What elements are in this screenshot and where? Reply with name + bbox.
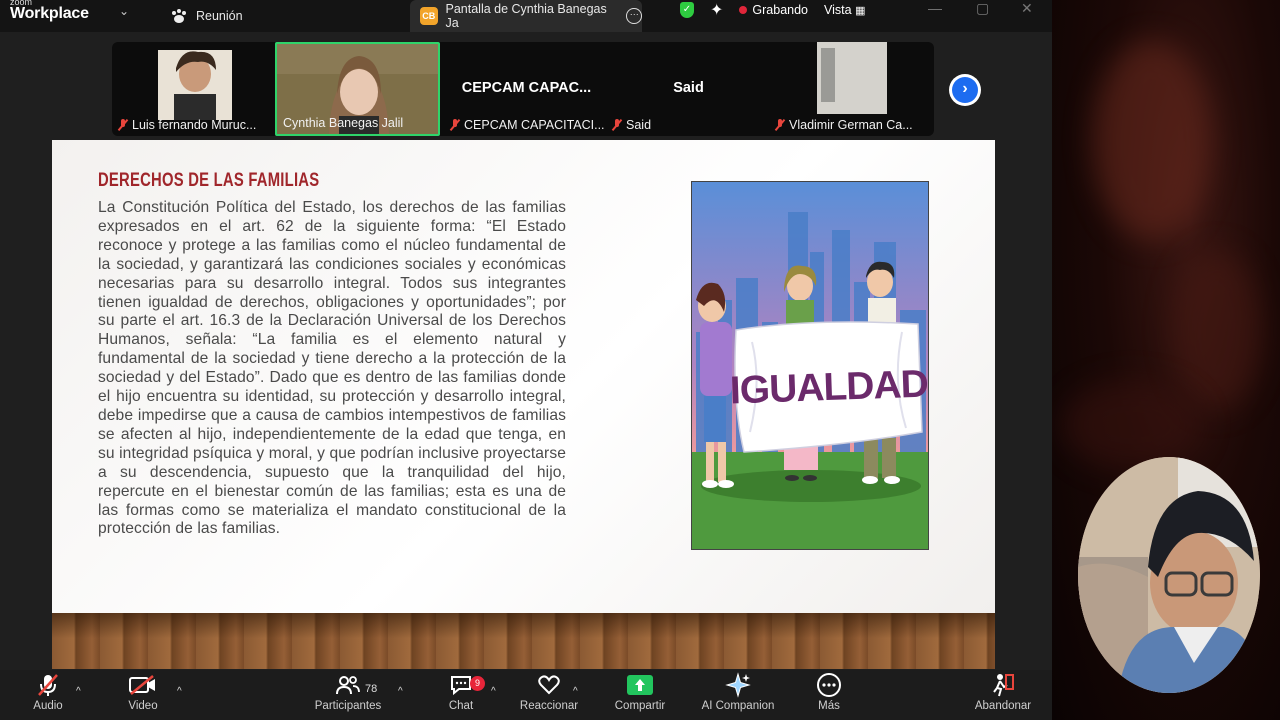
title-bar: zoom Workplace ⌄ Reunión CB Pantalla de …	[0, 0, 1052, 32]
leave-icon	[990, 670, 1016, 700]
self-view-camera[interactable]	[1078, 457, 1260, 693]
banner-text: IGUALDAD	[729, 363, 928, 413]
react-label: Reaccionar	[519, 700, 579, 712]
chat-options-caret-icon[interactable]: ^	[491, 686, 496, 697]
audio-label: Audio	[33, 700, 63, 712]
recording-label: Grabando	[752, 3, 809, 17]
participant-display-name: CEPCAM CAPAC...	[461, 80, 592, 96]
participants-icon	[335, 670, 361, 700]
react-button[interactable]: Reaccionar	[504, 670, 594, 720]
user-initials-badge: CB	[420, 7, 438, 25]
participants-label: Participantes	[314, 700, 382, 712]
paw-icon	[172, 9, 186, 23]
participant-name: Luis fernando Muruc...	[118, 118, 256, 132]
participant-name: CEPCAM CAPACITACI...	[450, 118, 605, 132]
share-label: Compartir	[614, 700, 666, 712]
mic-muted-icon	[775, 119, 785, 131]
more-label: Más	[818, 700, 840, 712]
mic-muted-icon	[35, 670, 61, 700]
participants-count: 78	[365, 683, 378, 695]
participant-tile[interactable]: Said Said	[606, 42, 771, 136]
chat-unread-badge: 9	[470, 676, 485, 691]
grid-icon: ▦	[855, 5, 866, 17]
audio-options-caret-icon[interactable]: ^	[76, 686, 81, 697]
participant-name: Said	[612, 118, 651, 132]
video-button[interactable]: Video	[98, 670, 188, 720]
participant-name: Vladimir German Ca...	[775, 118, 913, 132]
mic-muted-icon	[450, 119, 460, 131]
more-button[interactable]: Más	[784, 670, 874, 720]
participant-tile[interactable]: Vladimir German Ca...	[769, 42, 934, 136]
maximize-icon[interactable]: ▢	[976, 0, 989, 17]
title-bar-status: ✓ ✦ Grabando Vista ▦	[680, 0, 865, 20]
participant-tile[interactable]: Luis fernando Muruc...	[112, 42, 277, 136]
ai-companion-label: AI Companion	[701, 700, 775, 712]
participants-options-caret-icon[interactable]: ^	[398, 686, 403, 697]
shield-check-icon[interactable]: ✓	[680, 2, 694, 18]
video-off-icon	[128, 670, 158, 700]
more-options-icon[interactable]: ···	[626, 8, 643, 24]
share-screen-icon	[627, 670, 653, 700]
heart-icon	[537, 670, 561, 700]
minimize-icon[interactable]: —	[928, 0, 942, 16]
equality-illustration: IGUALDAD	[691, 181, 929, 550]
mic-muted-icon	[118, 119, 128, 131]
video-options-caret-icon[interactable]: ^	[177, 686, 182, 697]
leave-button[interactable]: Abandonar	[958, 670, 1048, 720]
logo-workplace-text: Workplace	[10, 5, 89, 22]
share-screen-button[interactable]: Compartir	[595, 670, 685, 720]
view-label: Vista	[824, 3, 852, 17]
view-button[interactable]: Vista ▦	[824, 3, 865, 17]
zoom-window: zoom Workplace ⌄ Reunión CB Pantalla de …	[0, 0, 1052, 720]
video-label: Video	[128, 700, 158, 712]
tab-meeting-label: Reunión	[196, 9, 243, 23]
more-icon	[816, 670, 842, 700]
participant-tile[interactable]: CEPCAM CAPAC... CEPCAM CAPACITACI...	[444, 42, 609, 136]
slide-title: DERECHOS DE LAS FAMILIAS	[98, 170, 320, 191]
zoom-logo: zoom Workplace	[10, 0, 89, 22]
chevron-down-icon[interactable]: ⌄	[119, 4, 129, 18]
react-options-caret-icon[interactable]: ^	[573, 686, 578, 697]
tab-screen-share[interactable]: CB Pantalla de Cynthia Banegas Ja ···	[410, 0, 643, 32]
participant-tile-active-speaker[interactable]: Cynthia Banegas Jalil	[275, 42, 440, 136]
wood-floor-decoration	[52, 613, 995, 669]
close-icon[interactable]: ✕	[1021, 0, 1033, 17]
screen: zoom Workplace ⌄ Reunión CB Pantalla de …	[0, 0, 1280, 720]
participant-name: Cynthia Banegas Jalil	[283, 116, 404, 130]
sparkle-icon	[725, 670, 751, 700]
sparkle-icon[interactable]: ✦	[710, 0, 723, 20]
chat-label: Chat	[448, 700, 474, 712]
ai-companion-button[interactable]: AI Companion	[693, 670, 783, 720]
participant-strip: Luis fernando Muruc... Cynthia Banegas J…	[112, 42, 934, 136]
shared-slide: DERECHOS DE LAS FAMILIAS La Constitución…	[52, 140, 995, 613]
next-page-button[interactable]: ›	[949, 74, 981, 106]
recording-indicator[interactable]: Grabando	[739, 3, 808, 17]
meeting-toolbar: Audio ^ Video ^ Participantes 78 ^ 9 Cha…	[0, 670, 1052, 720]
participants-button[interactable]: Participantes	[303, 670, 393, 720]
leave-label: Abandonar	[974, 700, 1032, 712]
chevron-right-icon: ›	[952, 77, 978, 103]
participant-display-name: Said	[673, 80, 704, 96]
tab-share-label: Pantalla de Cynthia Banegas Ja	[445, 2, 607, 30]
slide-body-text: La Constitución Política del Estado, los…	[98, 199, 566, 538]
tab-meeting[interactable]: Reunión	[170, 0, 243, 32]
record-dot-icon	[739, 6, 748, 14]
mic-muted-icon	[612, 119, 622, 131]
